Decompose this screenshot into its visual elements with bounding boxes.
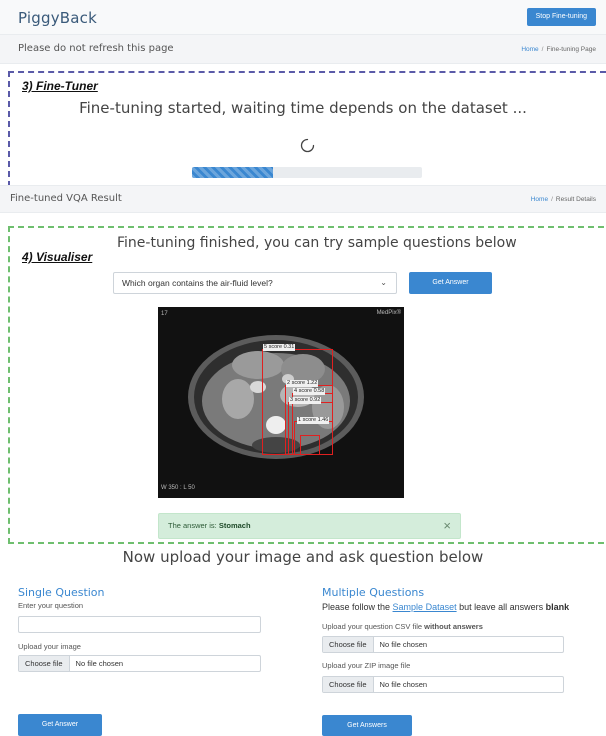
result-header-bar: Fine-tuned VQA Result Home / Result Detail…: [0, 185, 606, 213]
csv-label-bold: without answers: [424, 622, 483, 631]
answer-alert: The answer is: Stomach ×: [158, 513, 461, 539]
breadcrumb-current: Fine-tuning Page: [546, 46, 596, 53]
refresh-warning: Please do not refresh this page: [18, 43, 174, 54]
choose-file-button[interactable]: Choose file: [19, 656, 70, 671]
multiple-questions-title: Multiple Questions: [322, 586, 425, 599]
finetuner-step-label: 3) Fine-Tuner: [22, 79, 98, 93]
detection-box: [300, 435, 320, 455]
choose-file-button[interactable]: Choose file: [323, 677, 374, 692]
page-header-bar: Please do not refresh this page Home / Fin…: [0, 34, 606, 64]
breadcrumb-separator: /: [541, 46, 544, 53]
answer-value: Stomach: [218, 521, 251, 530]
ct-corner-top-right: MedPix®: [376, 310, 401, 316]
breadcrumb-home-link[interactable]: Home: [531, 196, 548, 203]
breadcrumb: Home / Result Details: [531, 196, 596, 203]
breadcrumb-separator: /: [551, 196, 553, 203]
question-input[interactable]: [18, 616, 261, 633]
choose-file-button[interactable]: Choose file: [323, 637, 374, 652]
single-question-title: Single Question: [18, 586, 105, 599]
csv-label-prefix: Upload your question CSV file: [322, 622, 425, 631]
follow-bold: blank: [545, 602, 570, 612]
breadcrumb: Home / Fine-tuning Page: [521, 46, 596, 53]
get-answer-sample-button[interactable]: Get Answer: [409, 272, 492, 294]
brand-logo[interactable]: PiggyBack: [18, 9, 97, 27]
progress-bar-fill: [192, 167, 273, 178]
get-answer-button[interactable]: Get Answer: [18, 714, 102, 736]
finetuning-status: Fine-tuning started, waiting time depend…: [79, 99, 527, 117]
csv-file-input[interactable]: Choose file No file chosen: [322, 636, 564, 653]
detection-box-label: 3 score 0.92: [289, 397, 322, 404]
csv-upload-label: Upload your question CSV file without an…: [322, 622, 483, 631]
sample-dataset-instructions: Please follow the Sample Dataset but lea…: [322, 602, 569, 612]
breadcrumb-home-link[interactable]: Home: [521, 46, 538, 53]
follow-middle: but leave all answers: [456, 602, 546, 612]
visualiser-heading: Fine-tuning finished, you can try sample…: [117, 235, 517, 251]
no-file-text: No file chosen: [379, 640, 428, 649]
stop-finetuning-button[interactable]: Stop Fine-tuning: [526, 8, 596, 26]
result-title: Fine-tuned VQA Result: [10, 193, 122, 204]
detection-box-label: 1 score 1.46: [297, 417, 330, 424]
breadcrumb-current: Result Details: [555, 196, 596, 203]
progress-bar: [192, 167, 422, 178]
zip-file-input[interactable]: Choose file No file chosen: [322, 676, 564, 693]
ct-scan-image: 17 MedPix® W 350 : L 50 5 score 0.31 2 s…: [158, 307, 404, 498]
zip-upload-label: Upload your ZIP image file: [322, 661, 411, 670]
visualiser-step-label: 4) Visualiser: [22, 250, 93, 264]
ct-corner-bottom-left: W 350 : L 50: [161, 485, 195, 491]
image-upload-label: Upload your image: [18, 642, 81, 651]
chevron-down-icon: ⌄: [380, 278, 387, 287]
no-file-text: No file chosen: [75, 659, 124, 668]
close-icon[interactable]: ×: [443, 514, 451, 538]
top-navbar: PiggyBack Stop Fine-tuning: [0, 0, 606, 34]
get-answers-button[interactable]: Get Answers: [322, 715, 412, 736]
loading-spinner-icon: [300, 138, 315, 153]
answer-prefix: The answer is:: [168, 521, 219, 530]
selected-question: Which organ contains the air-fluid level…: [122, 278, 273, 288]
sample-dataset-link[interactable]: Sample Dataset: [393, 602, 457, 612]
detection-box-label: 5 score 0.31: [263, 344, 296, 351]
sample-question-select[interactable]: Which organ contains the air-fluid level…: [113, 272, 397, 294]
follow-prefix: Please follow the: [322, 602, 393, 612]
ct-corner-top-left: 17: [161, 311, 168, 317]
question-field-label: Enter your question: [18, 601, 84, 610]
image-file-input[interactable]: Choose file No file chosen: [18, 655, 261, 672]
upload-heading: Now upload your image and ask question b…: [122, 548, 484, 566]
no-file-text: No file chosen: [379, 680, 428, 689]
detection-box-label: 2 score 1.22: [286, 380, 319, 387]
detection-box-label: 4 score 0.58: [293, 388, 326, 395]
